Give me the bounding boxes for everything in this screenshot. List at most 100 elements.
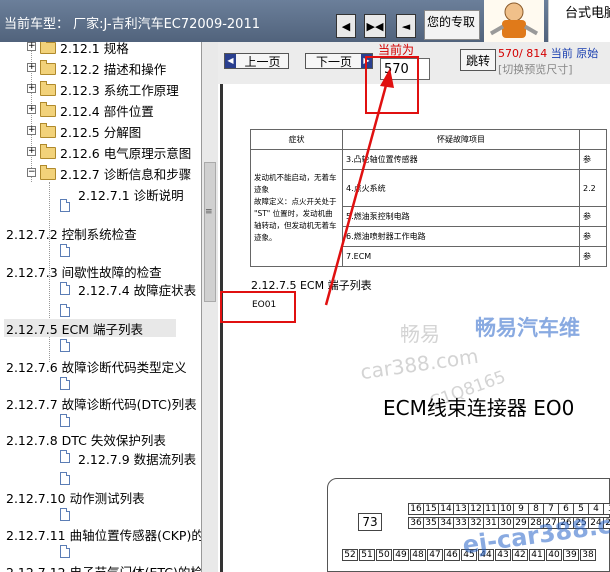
document-icon	[60, 304, 70, 317]
connector-pin: 36	[408, 517, 424, 529]
tree-item-2-12-2[interactable]: 2.12.2 描述和操作	[60, 59, 166, 78]
tree-item-2-12-7-12[interactable]: 2.12.7.12 电子节气门体(ETC)的检	[6, 562, 201, 572]
left-arrow-icon: ◀	[225, 54, 236, 68]
connector-pin: 33	[453, 517, 469, 529]
mechanic-logo-icon	[484, 0, 544, 42]
connector-pin: 13	[453, 503, 469, 515]
connector-pin: 15	[423, 503, 439, 515]
connector-pin: 6	[558, 503, 574, 515]
document-icon	[60, 414, 70, 427]
tree-scrollbar[interactable]: ≡	[202, 42, 218, 572]
folder-open-icon	[40, 165, 56, 180]
connector-pin: 7	[543, 503, 559, 515]
document-icon	[60, 450, 70, 463]
tree-item-2-12-4[interactable]: 2.12.4 部件位置	[60, 101, 154, 120]
page-edge	[220, 84, 223, 572]
connector-pin: 8	[528, 503, 544, 515]
tree-item-2-12-7-8[interactable]: 2.12.7.8 DTC 失效保护列表	[6, 430, 166, 449]
tree-item-2-12-5[interactable]: 2.12.5 分解图	[60, 122, 141, 141]
document-icon	[60, 282, 70, 295]
expand-icon[interactable]: +	[27, 126, 36, 135]
tree-item-2-12-7-10[interactable]: 2.12.7.10 动作测试列表	[6, 488, 145, 507]
expand-icon[interactable]: +	[27, 84, 36, 93]
folder-icon	[40, 60, 56, 75]
folder-icon	[40, 102, 56, 117]
connector-pin: 41	[529, 549, 545, 561]
connector-pin: 35	[423, 517, 439, 529]
tree-item-2-12-7[interactable]: 2.12.7 诊断信息和步骤	[60, 164, 191, 183]
connector-pin: 49	[393, 549, 409, 561]
connector-pin: 40	[546, 549, 562, 561]
table-cell: 2.2	[579, 169, 607, 207]
table-cell: 参	[579, 206, 607, 227]
brand-right-panel: 台式电脑	[548, 0, 610, 42]
folder-icon	[40, 81, 56, 96]
connector-pin: 32	[468, 517, 484, 529]
tree-item-2-12-7-1[interactable]: 2.12.7.1 诊断说明	[78, 185, 184, 204]
watermark: 畅易	[400, 322, 440, 346]
tree-item-2-12-7-3[interactable]: 2.12.7.3 间歇性故障的检查	[6, 262, 162, 281]
connector-pin: 73	[358, 513, 382, 531]
preview-size-toggle[interactable]: [切换预览尺寸]	[498, 61, 573, 77]
toc-tree[interactable]: + 2.12.1 规格 + 2.12.2 描述和操作 + 2.12.3 系统工作…	[0, 42, 202, 572]
connector-pin: 16	[408, 503, 424, 515]
brand-box: 您的专取	[424, 10, 480, 40]
tree-item-2-12-7-7[interactable]: 2.12.7.7 故障诊断代码(DTC)列表	[6, 394, 197, 413]
connector-title: ECM线束连接器 EO0	[383, 396, 575, 420]
connector-pin: 9	[513, 503, 529, 515]
next-icon[interactable]: ◄	[396, 14, 416, 38]
connector-pin: 52	[342, 549, 358, 561]
tree-item-2-12-7-4[interactable]: 2.12.7.4 故障症状表	[78, 280, 196, 299]
document-icon	[60, 339, 70, 352]
sync-icon[interactable]: ▶◀	[364, 14, 386, 38]
car-model-label: 当前车型： 厂家:J-吉利汽车EC72009-2011	[4, 17, 260, 32]
connector-pin: 48	[410, 549, 426, 561]
jump-button[interactable]: 跳转	[460, 49, 496, 71]
connector-pin: 38	[580, 549, 596, 561]
document-icon	[60, 199, 70, 212]
connector-pin: 12	[468, 503, 484, 515]
connector-pin: 11	[483, 503, 499, 515]
tree-item-2-12-3[interactable]: 2.12.3 系统工作原理	[60, 80, 179, 99]
page-info: 570/ 814 当前 原始	[498, 45, 598, 61]
connector-pin: 39	[563, 549, 579, 561]
table-cell: 参	[579, 149, 607, 170]
tree-item-2-12-7-2[interactable]: 2.12.7.2 控制系统检查	[6, 224, 137, 243]
table-cell: 参	[579, 226, 607, 247]
prev-page-button[interactable]: ◀ 上一页	[224, 53, 289, 69]
prev-page-label: 上一页	[244, 54, 281, 69]
tree-item-2-12-1[interactable]: 2.12.1 规格	[60, 42, 129, 57]
connector-pin: 14	[438, 503, 454, 515]
connector-pin: 34	[438, 517, 454, 529]
table-cell: 参	[579, 246, 607, 267]
prev-icon[interactable]: ◀	[336, 14, 356, 38]
scrollbar-thumb[interactable]	[204, 162, 216, 302]
tree-item-2-12-7-5[interactable]: 2.12.7.5 ECM 端子列表	[6, 319, 143, 338]
watermark-blue: 畅易汽车维	[475, 316, 580, 340]
tree-item-2-12-7-9[interactable]: 2.12.7.9 数据流列表	[78, 449, 196, 468]
connector-pin: 46	[444, 549, 460, 561]
document-icon	[60, 545, 70, 558]
tree-item-2-12-6[interactable]: 2.12.6 电气原理示意图	[60, 143, 191, 162]
connector-pin: 50	[376, 549, 392, 561]
document-icon	[60, 508, 70, 521]
brand-right-label: 台式电脑	[565, 6, 610, 21]
origin-link[interactable]: 原始	[576, 47, 598, 60]
grip-icon: ≡	[205, 207, 213, 217]
expand-icon[interactable]: +	[27, 105, 36, 114]
page-count: 570/ 814	[498, 47, 548, 60]
tree-item-2-12-7-6[interactable]: 2.12.7.6 故障诊断代码类型定义	[6, 357, 187, 376]
connector-code-highlight	[220, 291, 296, 323]
annotation-arrow-icon	[324, 68, 394, 306]
expand-icon[interactable]: +	[27, 42, 36, 51]
tree-item-2-12-7-11[interactable]: 2.12.7.11 曲轴位置传感器(CKP)的	[6, 525, 201, 544]
folder-icon	[40, 123, 56, 138]
collapse-icon[interactable]: −	[27, 168, 36, 177]
connector-pin: 10	[498, 503, 514, 515]
expand-icon[interactable]: +	[27, 147, 36, 156]
folder-icon	[40, 42, 56, 54]
table-header	[579, 129, 607, 150]
expand-icon[interactable]: +	[27, 63, 36, 72]
current-link[interactable]: 当前	[551, 47, 573, 60]
folder-icon	[40, 144, 56, 159]
